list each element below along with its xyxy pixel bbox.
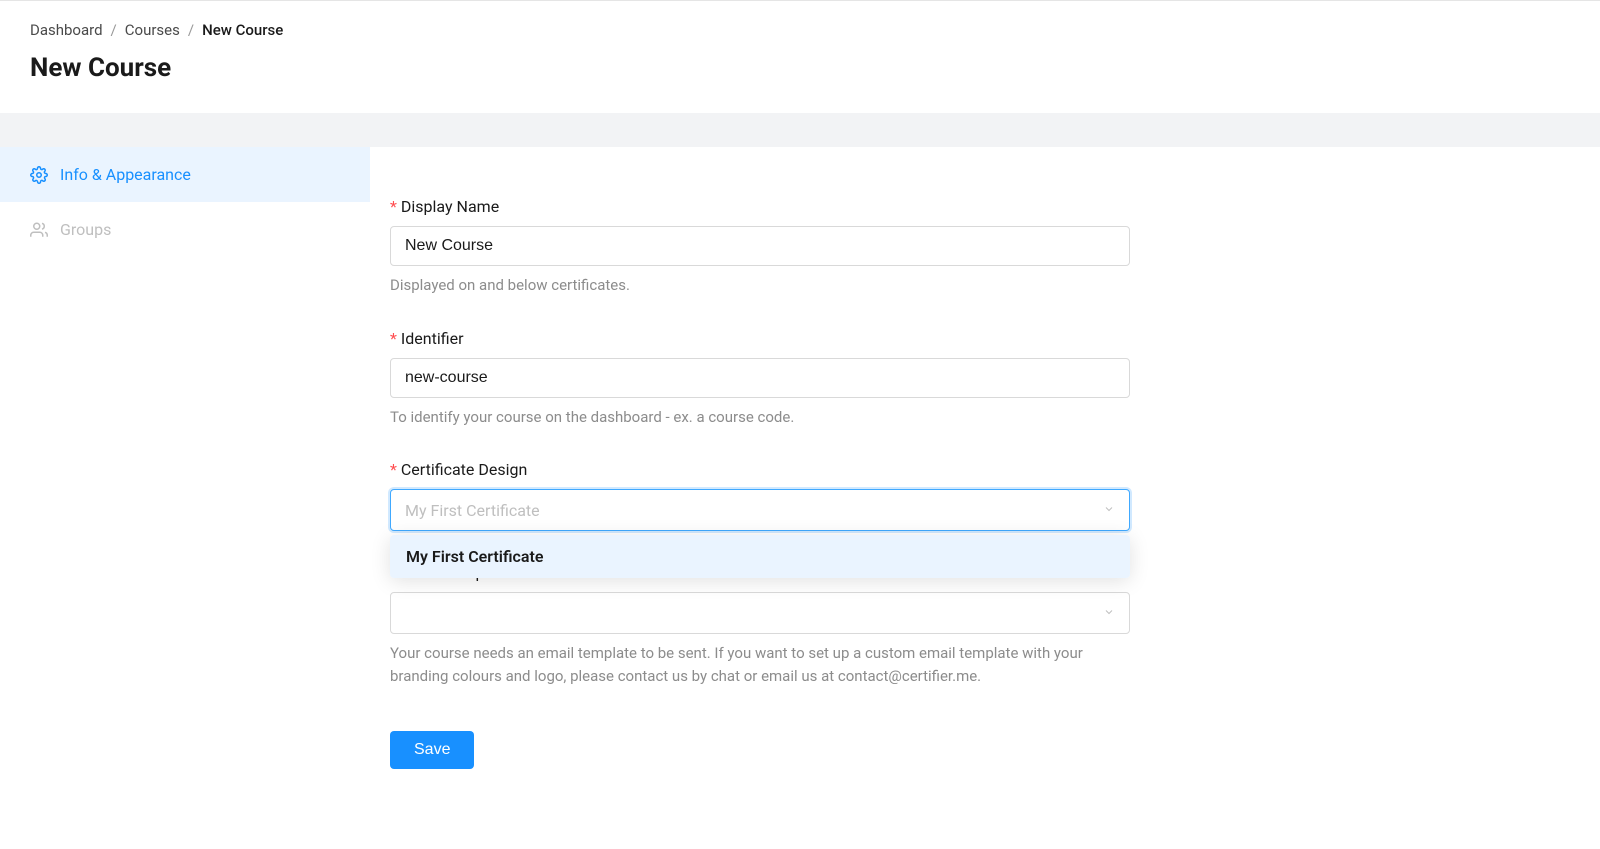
sidebar-item-label: Groups — [60, 220, 111, 239]
save-button[interactable]: Save — [390, 731, 474, 769]
identifier-label: *Identifier — [390, 329, 1130, 348]
breadcrumb-courses[interactable]: Courses — [125, 21, 180, 39]
email-template-help: Your course needs an email template to b… — [390, 642, 1130, 687]
breadcrumb-dashboard[interactable]: Dashboard — [30, 21, 103, 39]
email-template-select[interactable] — [390, 592, 1130, 634]
page-title: New Course — [30, 53, 1570, 83]
users-icon — [30, 221, 48, 239]
identifier-input[interactable] — [390, 358, 1130, 398]
breadcrumb-current: New Course — [202, 21, 283, 39]
dropdown-option[interactable]: My First Certificate — [390, 535, 1130, 578]
sidebar-item-groups[interactable]: Groups — [0, 202, 370, 257]
sidebar-item-label: Info & Appearance — [60, 165, 191, 184]
select-placeholder: My First Certificate — [405, 501, 540, 520]
chevron-down-icon — [1103, 606, 1115, 621]
display-name-input[interactable] — [390, 226, 1130, 266]
sidebar-item-info-appearance[interactable]: Info & Appearance — [0, 147, 370, 202]
chevron-down-icon — [1103, 503, 1115, 518]
gear-icon — [30, 166, 48, 184]
breadcrumb-separator: / — [111, 21, 117, 39]
breadcrumb: Dashboard / Courses / New Course — [30, 21, 1570, 39]
certificate-design-dropdown: My First Certificate — [390, 535, 1130, 578]
breadcrumb-separator: / — [188, 21, 194, 39]
sidebar: Info & Appearance Groups — [0, 147, 370, 809]
display-name-help: Displayed on and below certificates. — [390, 274, 1130, 297]
identifier-help: To identify your course on the dashboard… — [390, 406, 1130, 429]
certificate-design-label: *Certificate Design — [390, 460, 1130, 479]
certificate-design-select[interactable]: My First Certificate — [390, 489, 1130, 531]
display-name-label: *Display Name — [390, 197, 1130, 216]
